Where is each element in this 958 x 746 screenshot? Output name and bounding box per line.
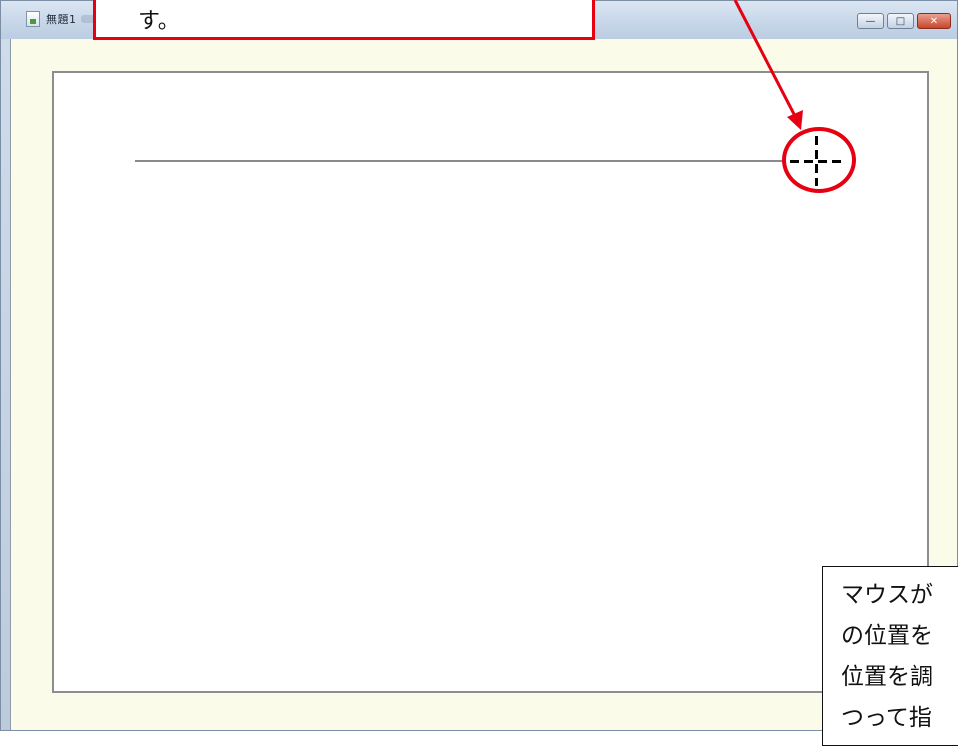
pointer-arrow: [733, 0, 803, 130]
callout-bottom-line-4: つって指: [841, 705, 932, 731]
callout-bottom-line-3: 位置を調: [841, 664, 933, 690]
callout-bottom: マウスが の位置を 位置を調 つって指: [822, 566, 958, 746]
callout-bottom-line-1: マウスが: [841, 582, 933, 608]
callout-bottom-line-2: の位置を: [841, 623, 933, 649]
callout-top: す。: [93, 0, 595, 40]
callout-top-text: す。: [138, 9, 180, 34]
